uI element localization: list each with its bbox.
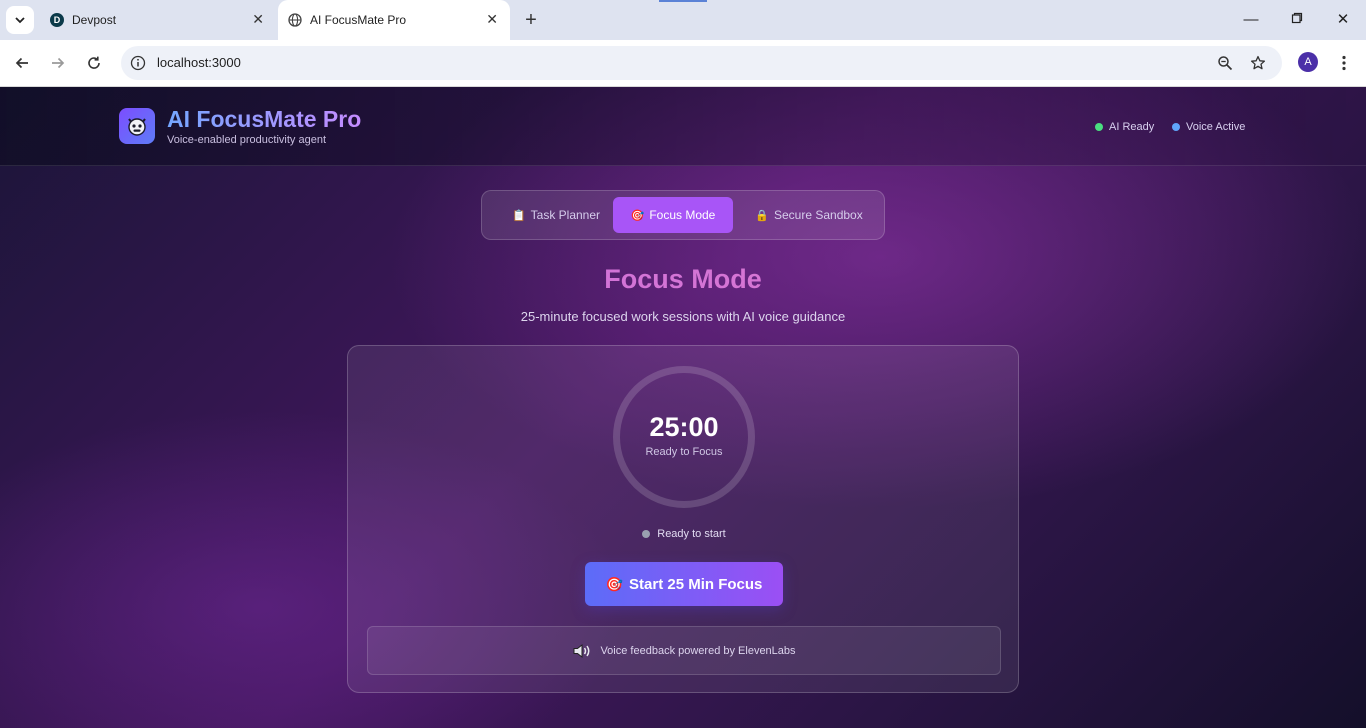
chevron-down-icon — [15, 17, 25, 24]
app-logo-icon — [119, 108, 155, 144]
tab-loading-indicator — [659, 0, 707, 2]
devpost-favicon-icon: D — [50, 13, 64, 27]
tab-label: Focus Mode — [649, 208, 716, 222]
voice-feedback-text: Voice feedback powered by ElevenLabs — [600, 644, 796, 657]
forward-icon[interactable] — [47, 52, 69, 74]
speaker-icon — [572, 643, 592, 659]
browser-tab-focusmate[interactable]: AI FocusMate Pro ✕ — [278, 0, 510, 40]
session-status-text: Ready to start — [657, 528, 726, 540]
voice-feedback-note: Voice feedback powered by ElevenLabs — [367, 626, 1001, 675]
status-dot-icon — [1095, 123, 1103, 131]
start-focus-label: Start 25 Min Focus — [629, 575, 763, 593]
bookmark-star-icon[interactable] — [1249, 54, 1267, 72]
tab-label: Task Planner — [530, 208, 601, 222]
target-icon: 🎯 — [605, 575, 624, 592]
app-title: AI FocusMate Pro — [167, 106, 362, 132]
tab-label: Secure Sandbox — [773, 208, 863, 222]
clipboard-icon: 📋 — [511, 209, 526, 222]
page-title: Focus Mode — [0, 264, 1366, 295]
back-icon[interactable] — [11, 52, 33, 74]
close-tab-icon[interactable]: ✕ — [486, 12, 498, 26]
browser-tab-bar: D Devpost ✕ AI FocusMate Pro ✕ + — ✕ — [0, 0, 1366, 40]
status-ai-ready: AI Ready — [1095, 121, 1154, 133]
status-dot-icon — [642, 530, 651, 538]
target-icon: 🎯 — [630, 209, 645, 222]
browser-menu-icon[interactable] — [1334, 52, 1354, 74]
timer-display: 25:00 — [649, 412, 719, 442]
profile-avatar[interactable]: A — [1298, 52, 1318, 72]
app-page: AI FocusMate Pro Voice-enabled productiv… — [0, 87, 1366, 728]
close-tab-icon[interactable]: ✕ — [252, 12, 264, 26]
app-header: AI FocusMate Pro Voice-enabled productiv… — [0, 87, 1366, 166]
tab-focus-mode[interactable]: 🎯 Focus Mode — [613, 197, 733, 233]
browser-tab-title: Devpost — [72, 13, 117, 27]
browser-tab-title: AI FocusMate Pro — [310, 13, 407, 27]
app-subtitle: Voice-enabled productivity agent — [167, 134, 326, 146]
restore-icon[interactable] — [1287, 10, 1307, 30]
tab-secure-sandbox[interactable]: 🔒 Secure Sandbox — [744, 197, 874, 233]
page-subtitle: 25-minute focused work sessions with AI … — [520, 309, 846, 324]
browser-toolbar: localhost:3000 A — [0, 40, 1366, 87]
minimize-icon[interactable]: — — [1241, 10, 1261, 30]
lock-icon: 🔒 — [755, 209, 769, 222]
globe-icon — [288, 13, 302, 27]
zoom-icon[interactable] — [1216, 54, 1234, 72]
reload-icon[interactable] — [83, 52, 105, 74]
tab-task-planner[interactable]: 📋 Task Planner — [496, 197, 616, 233]
focus-card: 25:00 Ready to Focus Ready to start 🎯 St… — [347, 345, 1019, 693]
status-dot-icon — [1172, 123, 1180, 131]
status-label: Voice Active — [1186, 121, 1246, 133]
status-label: AI Ready — [1109, 121, 1155, 133]
site-info-icon[interactable] — [129, 54, 147, 72]
new-tab-button[interactable]: + — [520, 9, 542, 31]
address-bar[interactable]: localhost:3000 — [121, 46, 1282, 80]
status-voice-active: Voice Active — [1172, 121, 1245, 133]
browser-tab-devpost[interactable]: D Devpost ✕ — [40, 0, 276, 40]
timer-state: Ready to Focus — [645, 446, 723, 458]
mode-tabs: 📋 Task Planner 🎯 Focus Mode 🔒 Secure San… — [481, 190, 885, 240]
tab-search-button[interactable] — [6, 6, 34, 34]
session-status: Ready to start — [348, 528, 1020, 540]
close-window-icon[interactable]: ✕ — [1333, 10, 1353, 30]
start-focus-button[interactable]: 🎯 Start 25 Min Focus — [585, 562, 783, 606]
url-text[interactable]: localhost:3000 — [157, 55, 241, 70]
